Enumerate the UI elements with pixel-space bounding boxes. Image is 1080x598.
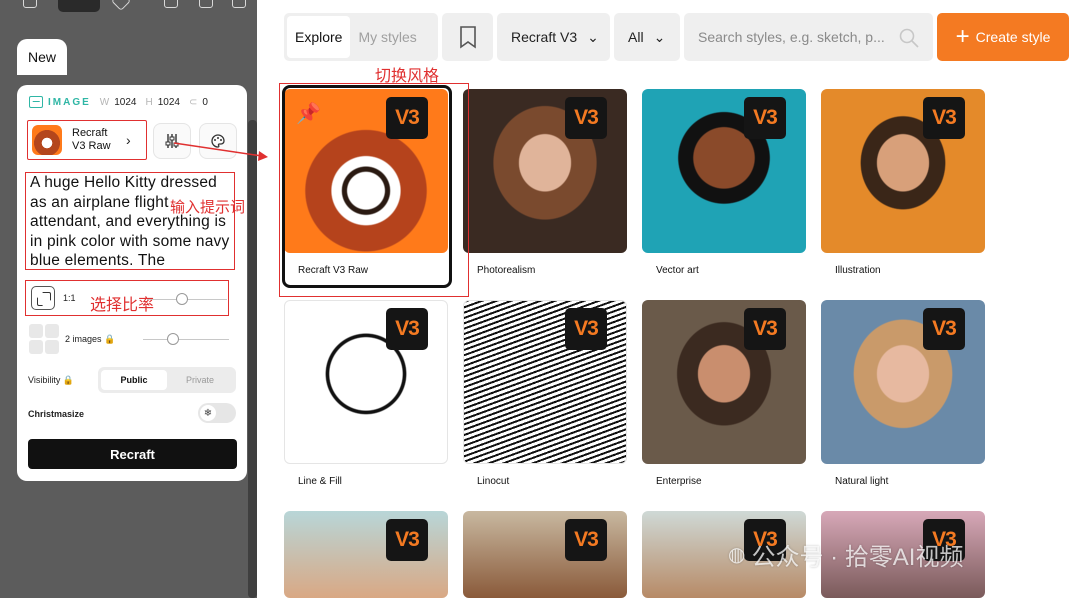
tab-explore[interactable]: Explore [287,16,351,58]
style-tabs: Explore My styles [284,13,438,61]
watermark: ◍ 公众号 · 拾零AI视频 [728,537,963,572]
style-card[interactable]: V3 Linocut [463,300,627,496]
v3-badge: V3 [565,97,607,139]
chevron-down-icon: ⌄ [587,28,599,45]
plus-icon: + [955,23,970,50]
annotation-select-ratio: 选择比率 [90,297,155,314]
create-style-label: Create style [975,29,1051,45]
style-card-label: Linocut [477,476,510,487]
style-card[interactable]: V3 Enterprise [642,300,806,496]
model-dropdown[interactable]: Recraft V3 ⌄ [497,13,610,61]
style-card-label: Vector art [656,265,699,276]
style-card[interactable]: V3 [463,511,627,598]
annotation-enter-prompt: 输入提示词 [170,199,246,216]
watermark-text: 公众号 · 拾零AI视频 [751,544,964,571]
model-dropdown-label: Recraft V3 [511,29,578,45]
search-icon[interactable] [899,28,919,48]
style-card[interactable]: V3 Vector art [642,89,806,285]
v3-badge: V3 [386,308,428,350]
v3-badge: V3 [386,519,428,561]
style-card[interactable]: V3 Natural light [821,300,985,496]
v3-badge: V3 [565,308,607,350]
search-box [684,13,933,61]
selected-card-border [282,85,452,288]
style-card[interactable]: V3 [284,511,448,598]
v3-badge: V3 [923,97,965,139]
create-style-button[interactable]: + Create style [937,13,1069,61]
filter-bar: Explore My styles Recraft V3 ⌄ All ⌄ [284,13,933,61]
style-card-label: Photorealism [477,265,536,276]
style-card-label: Enterprise [656,476,702,487]
category-dropdown[interactable]: All ⌄ [614,13,680,61]
style-card-label: Illustration [835,265,881,276]
v3-badge: V3 [744,97,786,139]
v3-badge: V3 [923,308,965,350]
bookmark-button[interactable] [442,13,493,61]
chevron-down-icon: ⌄ [653,28,666,45]
wechat-icon: ◍ [728,544,746,566]
style-card[interactable]: V3 Illustration [821,89,985,285]
bookmark-icon [459,26,476,49]
search-input[interactable] [684,13,933,61]
v3-badge: V3 [565,519,607,561]
style-card-label: Line & Fill [298,476,342,487]
v3-badge: V3 [744,308,786,350]
category-dropdown-label: All [628,29,644,45]
style-card-label: Natural light [835,476,889,487]
tab-my-styles[interactable]: My styles [350,16,424,58]
style-card[interactable]: V3 Photorealism [463,89,627,285]
style-card[interactable]: V3 Line & Fill [284,300,448,496]
